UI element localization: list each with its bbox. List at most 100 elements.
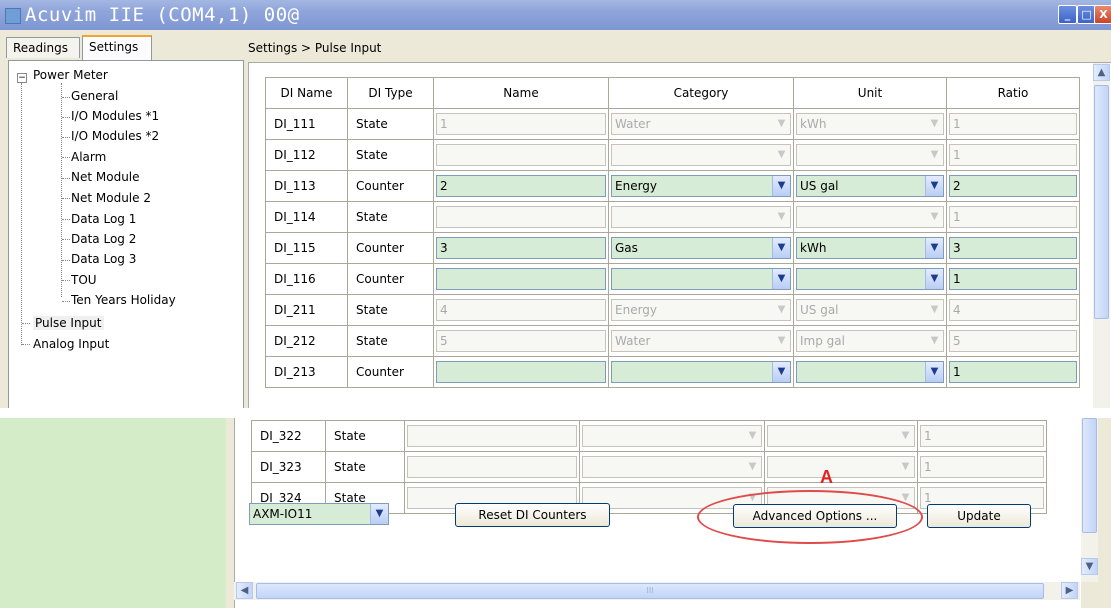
ratio-input[interactable]: 1 — [920, 456, 1044, 478]
vertical-scroll-thumb-lower[interactable] — [1082, 418, 1097, 533]
scroll-up-button[interactable]: ▲ — [1093, 64, 1110, 81]
unit-select[interactable]: ▼ — [767, 456, 915, 478]
chevron-down-icon[interactable]: ▼ — [744, 426, 761, 446]
tree-item-data-log-3[interactable]: Data Log 3 — [71, 252, 136, 266]
title-bar[interactable]: Acuvim IIE (COM4,1) 00@ _ □ X — [0, 0, 1111, 30]
update-button[interactable]: Update — [927, 504, 1031, 528]
name-input[interactable] — [436, 268, 606, 290]
tree-item-general[interactable]: General — [71, 89, 118, 103]
unit-select[interactable]: Imp gal ▼ — [796, 330, 944, 352]
vertical-scroll-thumb[interactable] — [1094, 85, 1109, 319]
name-input[interactable]: 4 — [436, 299, 606, 321]
tree-item-alarm[interactable]: Alarm — [71, 150, 106, 164]
chevron-down-icon[interactable]: ▼ — [773, 300, 790, 320]
chevron-down-icon[interactable]: ▼ — [773, 331, 790, 351]
chevron-down-icon[interactable]: ▼ — [773, 145, 790, 165]
tree-item-tou[interactable]: TOU — [71, 273, 97, 287]
column-header-name[interactable]: Name — [433, 77, 609, 109]
chevron-down-icon[interactable]: ▼ — [773, 207, 790, 227]
close-button[interactable]: X — [1094, 5, 1111, 24]
ratio-input[interactable]: 5 — [949, 330, 1077, 352]
chevron-down-icon[interactable]: ▼ — [772, 362, 790, 382]
scroll-down-button[interactable]: ▼ — [1081, 558, 1098, 575]
category-select[interactable]: Water ▼ — [611, 113, 791, 135]
name-input[interactable] — [407, 456, 577, 478]
category-select[interactable]: ▼ — [611, 268, 791, 290]
unit-select[interactable]: ▼ — [796, 361, 944, 383]
tree-item-io-modules-2[interactable]: I/O Modules *2 — [71, 129, 159, 143]
horizontal-scroll-thumb[interactable]: III — [256, 583, 1044, 599]
category-select[interactable]: ▼ — [582, 425, 762, 447]
column-header-di-name[interactable]: DI Name — [265, 77, 348, 109]
tree-item-io-modules-1[interactable]: I/O Modules *1 — [71, 109, 159, 123]
tree-item-ten-years-holiday[interactable]: Ten Years Holiday — [71, 293, 176, 307]
chevron-down-icon[interactable]: ▼ — [772, 269, 790, 289]
tab-readings[interactable]: Readings — [6, 37, 80, 58]
chevron-down-icon[interactable]: ▼ — [926, 300, 943, 320]
unit-select[interactable]: ▼ — [796, 144, 944, 166]
name-input[interactable]: 2 — [436, 175, 606, 197]
unit-select[interactable]: US gal ▼ — [796, 299, 944, 321]
module-select[interactable]: AXM-IO11 ▼ — [249, 503, 389, 525]
chevron-down-icon[interactable]: ▼ — [925, 269, 943, 289]
unit-select[interactable]: ▼ — [767, 425, 915, 447]
tree-item-data-log-1[interactable]: Data Log 1 — [71, 212, 136, 226]
chevron-down-icon[interactable]: ▼ — [925, 176, 943, 196]
chevron-down-icon[interactable]: ▼ — [772, 176, 790, 196]
column-header-category[interactable]: Category — [608, 77, 794, 109]
tab-settings[interactable]: Settings — [82, 35, 152, 60]
ratio-input[interactable]: 1 — [949, 144, 1077, 166]
category-select[interactable]: ▼ — [611, 206, 791, 228]
unit-select[interactable]: US gal ▼ — [796, 175, 944, 197]
minimize-button[interactable]: _ — [1058, 5, 1077, 24]
ratio-input[interactable]: 1 — [949, 206, 1077, 228]
tree-item-power-meter[interactable]: Power Meter — [33, 68, 108, 82]
chevron-down-icon[interactable]: ▼ — [925, 362, 943, 382]
name-input[interactable]: 1 — [436, 113, 606, 135]
collapse-toggle[interactable]: − — [17, 73, 27, 83]
name-input[interactable] — [436, 361, 606, 383]
reset-di-counters-button[interactable]: Reset DI Counters — [455, 503, 610, 527]
unit-select[interactable]: ▼ — [796, 206, 944, 228]
tree-item-net-module-2[interactable]: Net Module 2 — [71, 191, 151, 205]
ratio-input[interactable]: 1 — [920, 425, 1044, 447]
name-input[interactable] — [436, 144, 606, 166]
ratio-input[interactable]: 1 — [949, 268, 1077, 290]
chevron-down-icon[interactable]: ▼ — [772, 238, 790, 258]
ratio-input[interactable]: 1 — [949, 113, 1077, 135]
chevron-down-icon[interactable]: ▼ — [926, 207, 943, 227]
scroll-right-button[interactable]: ▶ — [1061, 582, 1078, 599]
column-header-ratio[interactable]: Ratio — [946, 77, 1080, 109]
chevron-down-icon[interactable]: ▼ — [926, 114, 943, 134]
ratio-input[interactable]: 2 — [949, 175, 1077, 197]
unit-select[interactable]: ▼ — [796, 268, 944, 290]
chevron-down-icon[interactable]: ▼ — [925, 238, 943, 258]
category-select[interactable]: Energy ▼ — [611, 175, 791, 197]
scroll-left-button[interactable]: ◀ — [236, 582, 253, 599]
ratio-input[interactable]: 4 — [949, 299, 1077, 321]
vertical-scrollbar[interactable]: ▲ — [1093, 63, 1110, 408]
chevron-down-icon[interactable]: ▼ — [926, 145, 943, 165]
tree-item-pulse-input[interactable]: Pulse Input — [33, 316, 104, 330]
unit-select[interactable]: kWh ▼ — [796, 113, 944, 135]
chevron-down-icon[interactable]: ▼ — [897, 457, 914, 477]
name-input[interactable]: 5 — [436, 330, 606, 352]
vertical-scrollbar-lower[interactable]: ▼ — [1081, 418, 1098, 582]
category-select[interactable]: ▼ — [611, 144, 791, 166]
category-select[interactable]: ▼ — [582, 456, 762, 478]
name-input[interactable] — [407, 425, 577, 447]
chevron-down-icon[interactable]: ▼ — [897, 426, 914, 446]
name-input[interactable]: 3 — [436, 237, 606, 259]
category-select[interactable]: Water ▼ — [611, 330, 791, 352]
name-input[interactable] — [436, 206, 606, 228]
chevron-down-icon[interactable]: ▼ — [744, 457, 761, 477]
horizontal-scrollbar[interactable]: ◀ III ▶ — [234, 582, 1080, 600]
tree-item-data-log-2[interactable]: Data Log 2 — [71, 232, 136, 246]
category-select[interactable]: ▼ — [611, 361, 791, 383]
ratio-input[interactable]: 3 — [949, 237, 1077, 259]
unit-select[interactable]: kWh ▼ — [796, 237, 944, 259]
tree-item-analog-input[interactable]: Analog Input — [33, 337, 109, 351]
chevron-down-icon[interactable]: ▼ — [370, 504, 388, 524]
category-select[interactable]: Gas ▼ — [611, 237, 791, 259]
category-select[interactable]: Energy ▼ — [611, 299, 791, 321]
